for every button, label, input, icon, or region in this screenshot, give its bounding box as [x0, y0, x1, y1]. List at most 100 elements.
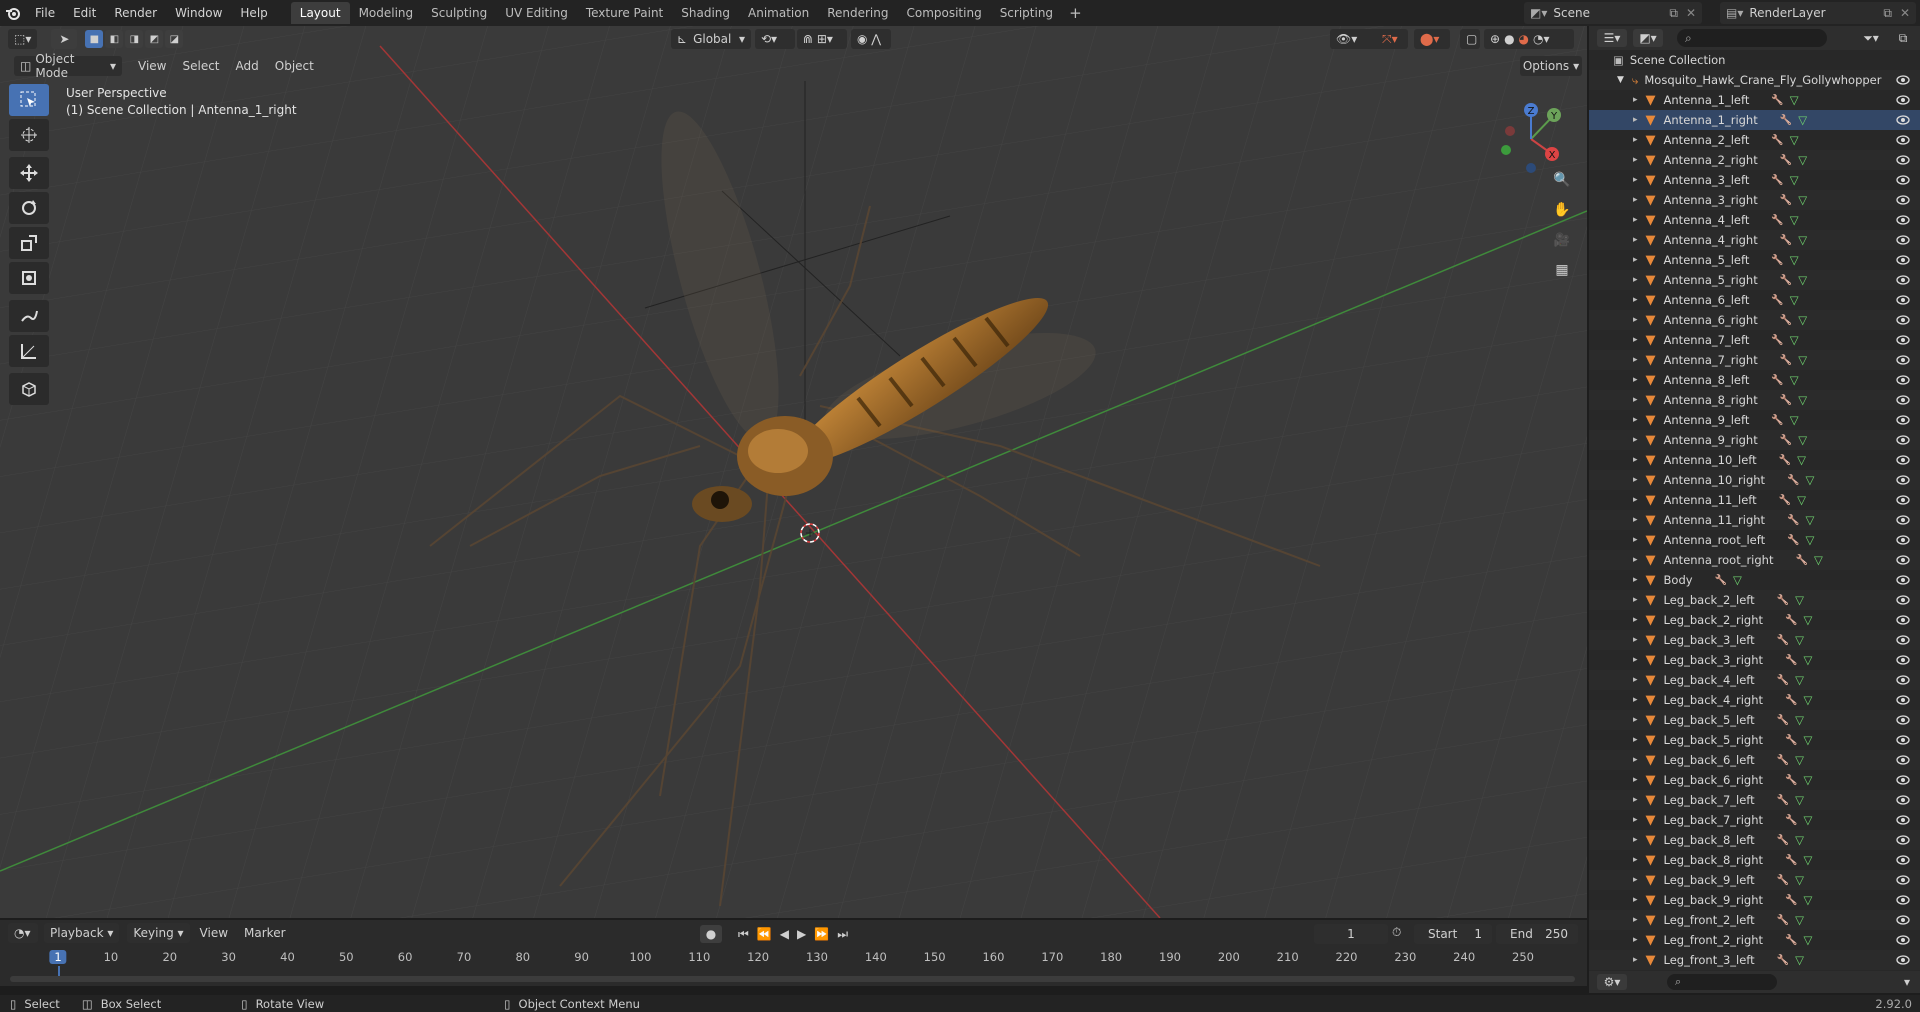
- add-workspace-button[interactable]: +: [1062, 4, 1089, 22]
- modifier-wrench-icon[interactable]: 🔧: [1771, 215, 1783, 226]
- new-collection-button[interactable]: ⧉: [1892, 29, 1914, 47]
- mesh-data-icon[interactable]: ▽: [1795, 593, 1804, 607]
- outliner-item[interactable]: ▸ ▼ Leg_back_2_right 🔧 ▽: [1589, 610, 1920, 630]
- outliner-item[interactable]: ▸ ▼ Body 🔧 ▽: [1589, 570, 1920, 590]
- outliner-item[interactable]: ▸ ▼ Leg_back_5_right 🔧 ▽: [1589, 730, 1920, 750]
- outliner-item[interactable]: ▸ ▼ Antenna_11_right 🔧 ▽: [1589, 510, 1920, 530]
- outliner-search-input[interactable]: ⌕: [1677, 29, 1827, 47]
- modifier-wrench-icon[interactable]: 🔧: [1777, 875, 1789, 886]
- mesh-data-icon[interactable]: ▽: [1806, 513, 1815, 527]
- mesh-data-icon[interactable]: ▽: [1795, 913, 1804, 927]
- expand-arrow-icon[interactable]: ▸: [1633, 675, 1638, 685]
- eye-icon[interactable]: [1896, 114, 1910, 126]
- expand-arrow-icon[interactable]: ▸: [1633, 435, 1638, 445]
- eye-icon[interactable]: [1896, 854, 1910, 866]
- expand-arrow-icon[interactable]: ▸: [1633, 595, 1638, 605]
- scene-selector[interactable]: ◩▾ Scene ⧉ ✕: [1524, 2, 1702, 24]
- shading-mode-buttons[interactable]: ⊕ ● ◕ ◔▾: [1484, 29, 1574, 49]
- workspace-tab-modeling[interactable]: Modeling: [350, 2, 423, 24]
- mesh-data-icon[interactable]: ▽: [1804, 933, 1813, 947]
- expand-arrow-icon[interactable]: ▸: [1633, 935, 1638, 945]
- outliner-item[interactable]: ▸ ▼ Leg_back_3_right 🔧 ▽: [1589, 650, 1920, 670]
- mesh-data-icon[interactable]: ▽: [1790, 293, 1799, 307]
- rotate-tool[interactable]: [9, 192, 49, 224]
- workspace-tab-scripting[interactable]: Scripting: [991, 2, 1062, 24]
- eye-icon[interactable]: [1896, 954, 1910, 966]
- mesh-data-icon[interactable]: ▽: [1795, 713, 1804, 727]
- eye-icon[interactable]: [1896, 414, 1910, 426]
- eye-icon[interactable]: [1896, 834, 1910, 846]
- expand-arrow-icon[interactable]: ▸: [1633, 115, 1638, 125]
- mesh-data-icon[interactable]: ▽: [1798, 273, 1807, 287]
- eye-icon[interactable]: [1896, 574, 1910, 586]
- modifier-wrench-icon[interactable]: 🔧: [1777, 835, 1789, 846]
- outliner-item[interactable]: ▸ ▼ Antenna_6_left 🔧 ▽: [1589, 290, 1920, 310]
- eye-icon[interactable]: [1896, 434, 1910, 446]
- outliner-item[interactable]: ▸ ▼ Leg_back_8_left 🔧 ▽: [1589, 830, 1920, 850]
- mesh-data-icon[interactable]: ▽: [1795, 873, 1804, 887]
- modifier-wrench-icon[interactable]: 🔧: [1780, 435, 1792, 446]
- mesh-data-icon[interactable]: ▽: [1803, 653, 1812, 667]
- workspace-tab-layout[interactable]: Layout: [290, 2, 350, 24]
- modifier-wrench-icon[interactable]: 🔧: [1771, 95, 1783, 106]
- mesh-data-icon[interactable]: ▽: [1803, 893, 1812, 907]
- expand-arrow-icon[interactable]: ▸: [1633, 795, 1638, 805]
- menu-window[interactable]: Window: [166, 0, 231, 26]
- mesh-data-icon[interactable]: ▽: [1798, 393, 1807, 407]
- outliner-item[interactable]: ▸ ▼ Leg_back_9_left 🔧 ▽: [1589, 870, 1920, 890]
- eye-icon[interactable]: [1896, 134, 1910, 146]
- menu-edit[interactable]: Edit: [64, 0, 105, 26]
- outliner-item[interactable]: ▸ ▼ Antenna_4_left 🔧 ▽: [1589, 210, 1920, 230]
- outliner-item[interactable]: ▸ ▼ Antenna_2_left 🔧 ▽: [1589, 130, 1920, 150]
- modifier-wrench-icon[interactable]: 🔧: [1780, 235, 1792, 246]
- view-layer-selector[interactable]: ▤▾ RenderLayer ⧉ ✕: [1720, 2, 1916, 24]
- eye-icon[interactable]: [1896, 694, 1910, 706]
- outliner-item[interactable]: ▸ ▼ Antenna_4_right 🔧 ▽: [1589, 230, 1920, 250]
- expand-arrow-icon[interactable]: ▸: [1633, 495, 1638, 505]
- modifier-wrench-icon[interactable]: 🔧: [1777, 675, 1789, 686]
- mesh-data-icon[interactable]: ▽: [1790, 373, 1799, 387]
- mesh-data-icon[interactable]: ▽: [1790, 413, 1799, 427]
- select-extend-button[interactable]: ◧: [105, 30, 124, 48]
- modifier-wrench-icon[interactable]: 🔧: [1785, 775, 1797, 786]
- outliner-item[interactable]: ▸ ▼ Leg_front_2_left 🔧 ▽: [1589, 910, 1920, 930]
- modifier-wrench-icon[interactable]: 🔧: [1785, 895, 1797, 906]
- mode-dropdown[interactable]: ◫ Object Mode ▾: [14, 52, 122, 80]
- modifier-wrench-icon[interactable]: 🔧: [1777, 915, 1789, 926]
- timeline-menu-view[interactable]: View: [192, 926, 236, 940]
- workspace-tab-compositing[interactable]: Compositing: [897, 2, 990, 24]
- outliner-item[interactable]: ▸ ▼ Antenna_11_left 🔧 ▽: [1589, 490, 1920, 510]
- outliner-item[interactable]: ▸ ▼ Antenna_2_right 🔧 ▽: [1589, 150, 1920, 170]
- eye-icon[interactable]: [1896, 294, 1910, 306]
- rendered-shading-icon[interactable]: ◔▾: [1533, 32, 1550, 46]
- outliner-editor-type[interactable]: ☰▾: [1597, 29, 1627, 47]
- eye-icon[interactable]: [1896, 234, 1910, 246]
- next-keyframe-icon[interactable]: ⏩: [814, 927, 829, 941]
- outliner-item[interactable]: ▸ ▼ Antenna_3_right 🔧 ▽: [1589, 190, 1920, 210]
- eye-icon[interactable]: [1896, 634, 1910, 646]
- modifier-wrench-icon[interactable]: 🔧: [1771, 415, 1783, 426]
- outliner-item[interactable]: ▸ ▼ Antenna_3_left 🔧 ▽: [1589, 170, 1920, 190]
- modifier-wrench-icon[interactable]: 🔧: [1771, 255, 1783, 266]
- modifier-wrench-icon[interactable]: 🔧: [1777, 755, 1789, 766]
- mesh-data-icon[interactable]: ▽: [1797, 453, 1806, 467]
- expand-arrow-icon[interactable]: ▸: [1633, 295, 1638, 305]
- mesh-data-icon[interactable]: ▽: [1790, 333, 1799, 347]
- jump-start-icon[interactable]: ⏮: [738, 927, 749, 942]
- eye-icon[interactable]: [1896, 194, 1910, 206]
- modifier-wrench-icon[interactable]: 🔧: [1787, 515, 1799, 526]
- workspace-tab-animation[interactable]: Animation: [739, 2, 818, 24]
- proportional-edit-button[interactable]: ◉ ⋀: [851, 29, 891, 49]
- expand-arrow-icon[interactable]: ▸: [1633, 355, 1638, 365]
- transform-orientation-dropdown[interactable]: ⊾ Global ▾: [671, 29, 751, 49]
- display-mode-dropdown[interactable]: ◩▾: [1633, 29, 1663, 47]
- workspace-tab-sculpting[interactable]: Sculpting: [422, 2, 496, 24]
- mesh-data-icon[interactable]: ▽: [1790, 93, 1799, 107]
- modifier-wrench-icon[interactable]: 🔧: [1785, 735, 1797, 746]
- eye-icon[interactable]: [1896, 154, 1910, 166]
- modifier-wrench-icon[interactable]: 🔧: [1779, 495, 1791, 506]
- viewport-menu-select[interactable]: Select: [174, 59, 227, 73]
- ortho-toggle-button[interactable]: ▦: [1548, 256, 1576, 284]
- 3d-viewport[interactable]: ⬚▾ ➤ ■ ◧ ◨ ◩ ◪ ◫ Object Mode ▾ View Selec…: [0, 26, 1587, 918]
- current-frame-field[interactable]: 1: [1314, 924, 1388, 944]
